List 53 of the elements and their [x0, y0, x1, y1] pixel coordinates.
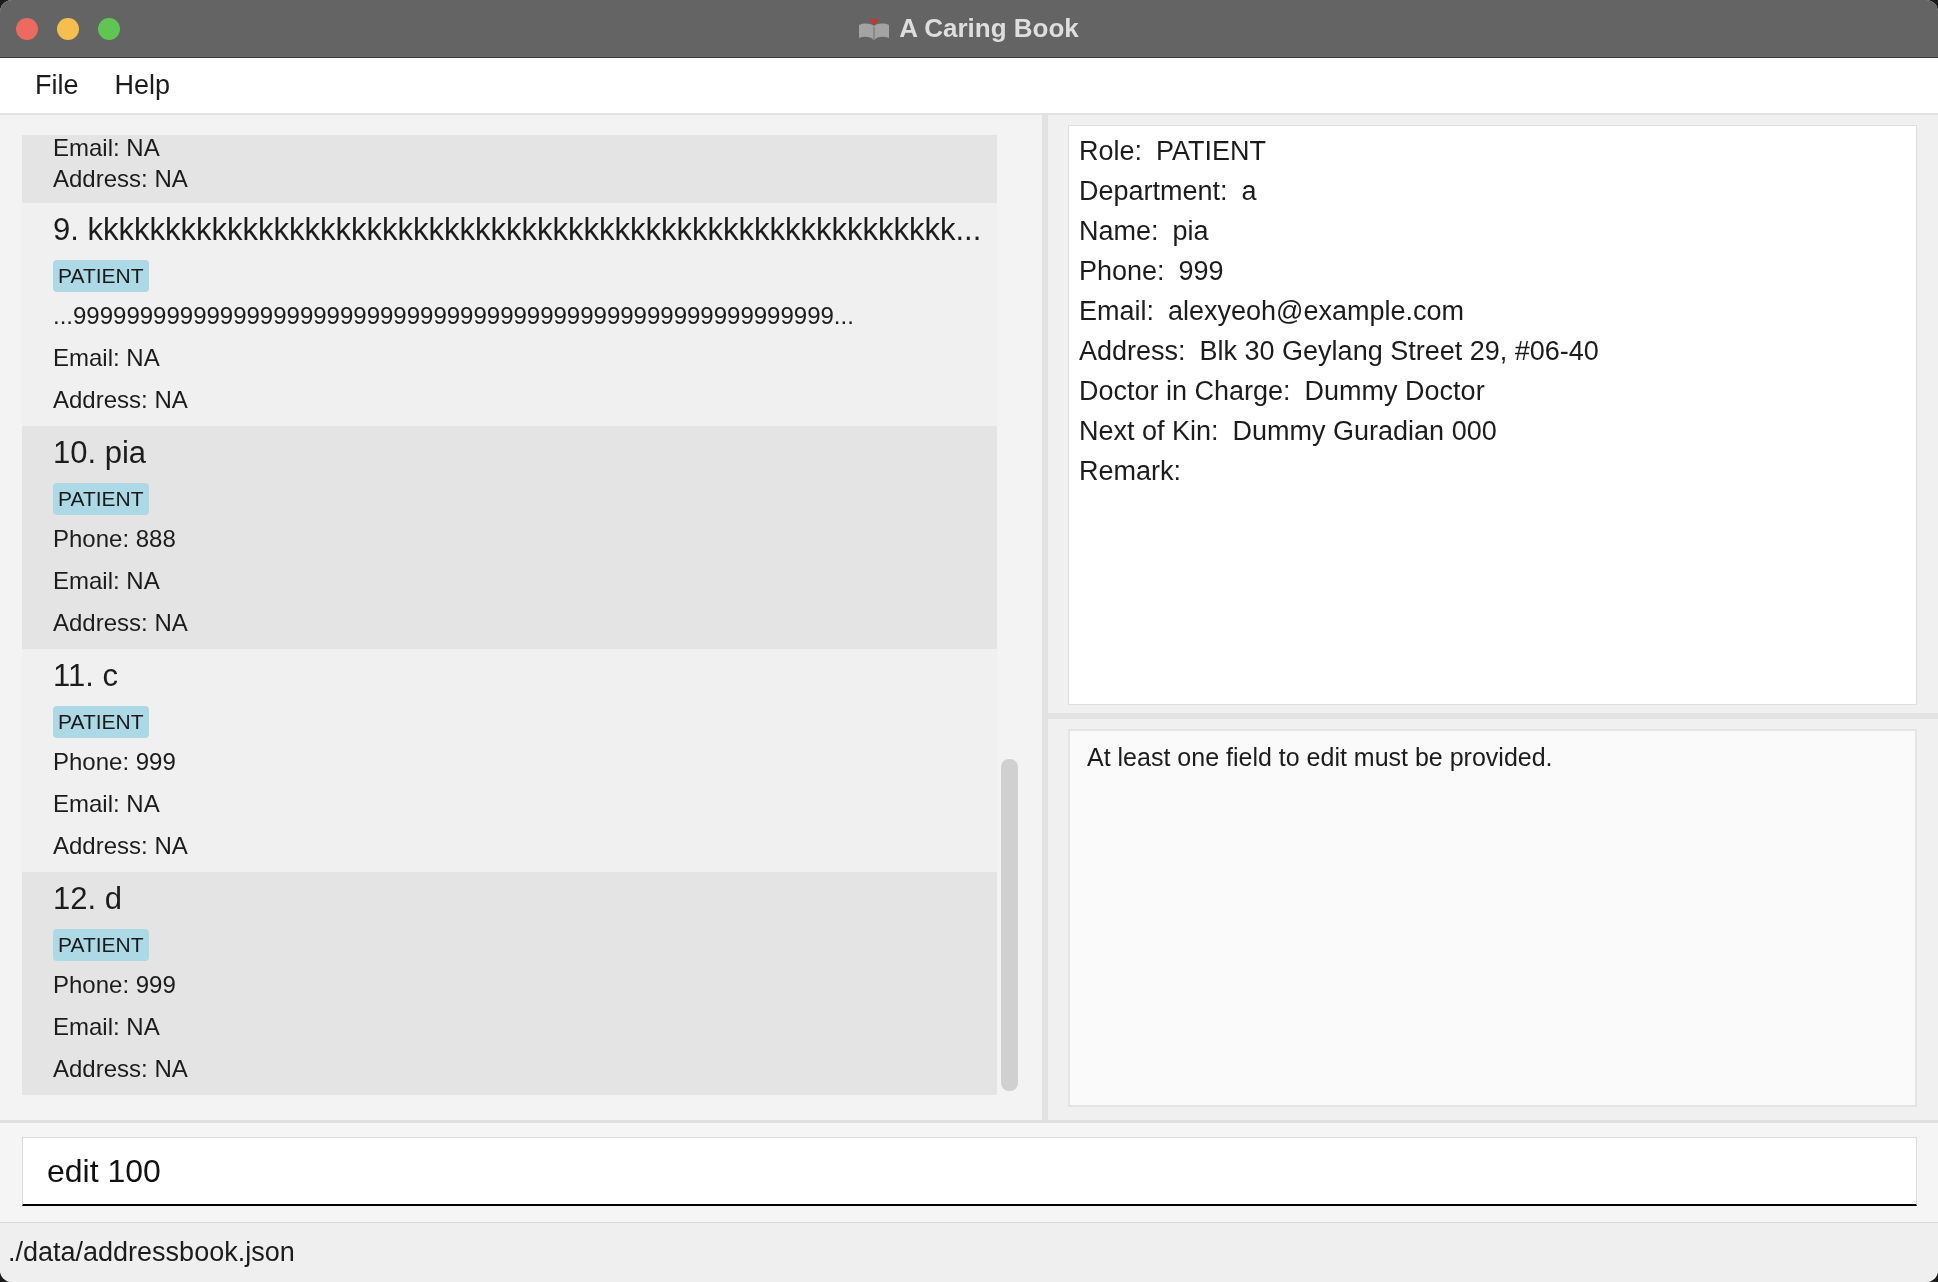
person-detail: Phone: 888 [53, 524, 176, 554]
person-name: 9. kkkkkkkkkkkkkkkkkkkkkkkkkkkkkkkkkkkkkkkkkkkkkkkkkkkkkkkk... [53, 211, 982, 249]
detail-value: pia [1172, 215, 1209, 248]
role-tag: PATIENT [53, 706, 149, 738]
person-name: 11. c [53, 657, 118, 695]
person-detail: Address: NA [53, 1054, 188, 1084]
detail-value: Dummy Doctor [1304, 375, 1485, 408]
detail-label: Department: [1079, 175, 1228, 208]
person-detail: Address: NA [53, 608, 188, 638]
person-detail: Address: NA [53, 164, 188, 194]
role-tag: PATIENT [53, 260, 149, 292]
person-detail: Email: NA [53, 343, 160, 373]
person-detail: Phone: 999 [53, 747, 176, 777]
window-title: A Caring Book [899, 13, 1079, 44]
detail-value: 999 [1178, 255, 1224, 288]
detail-label: Role: [1079, 135, 1143, 168]
person-detail: Phone: 999 [53, 970, 176, 1000]
detail-label: Doctor in Charge: [1079, 375, 1291, 408]
command-input[interactable]: edit 100 [22, 1137, 1917, 1206]
person-name: 12. d [53, 880, 122, 918]
detail-label: Name: [1079, 215, 1159, 248]
detail-label: Next of Kin: [1079, 415, 1219, 448]
detail-label: Remark: [1079, 455, 1181, 488]
file-path: ./data/addressbook.json [8, 1237, 295, 1268]
person-detail: Address: NA [53, 831, 188, 861]
book-heart-icon [859, 17, 890, 40]
scrollbar-thumb[interactable] [1001, 759, 1018, 1091]
person-name: 10. pia [53, 434, 147, 472]
person-detail: ...999999999999999999999999999999999999999999999999999999999... [53, 301, 854, 331]
detail-value: alexyeoh@example.com [1168, 295, 1465, 328]
result-message: At least one field to edit must be provided. [1087, 743, 1553, 771]
detail-label: Email: [1079, 295, 1154, 328]
detail-value: Dummy Guradian 000 [1232, 415, 1497, 448]
role-tag: PATIENT [53, 929, 149, 961]
person-detail: Address: NA [53, 385, 188, 415]
detail-value: PATIENT [1156, 135, 1267, 168]
close-button[interactable] [16, 17, 38, 40]
minimize-button[interactable] [57, 17, 79, 40]
detail-label: Phone: [1079, 255, 1165, 288]
person-detail: Email: NA [53, 566, 160, 596]
detail-label: Address: [1079, 335, 1186, 368]
person-detail: Email: NA [53, 135, 160, 161]
detail-value: Blk 30 Geylang Street 29, #06-40 [1199, 335, 1599, 368]
person-card[interactable]: 10. pia PATIENT Phone: 888 Email: NA Address: NA [22, 426, 997, 649]
person-card[interactable]: Email: NA Address: NA [22, 135, 997, 203]
person-card[interactable]: 12. d PATIENT Phone: 999 Email: NA Address: NA [22, 872, 997, 1095]
person-detail: Email: NA [53, 789, 160, 819]
menu-item[interactable]: File [17, 66, 97, 105]
menu-item[interactable]: Help [96, 66, 189, 105]
role-tag: PATIENT [53, 483, 149, 515]
person-detail: Email: NA [53, 1012, 160, 1042]
maximize-button[interactable] [98, 17, 120, 40]
detail-value: a [1241, 175, 1257, 208]
